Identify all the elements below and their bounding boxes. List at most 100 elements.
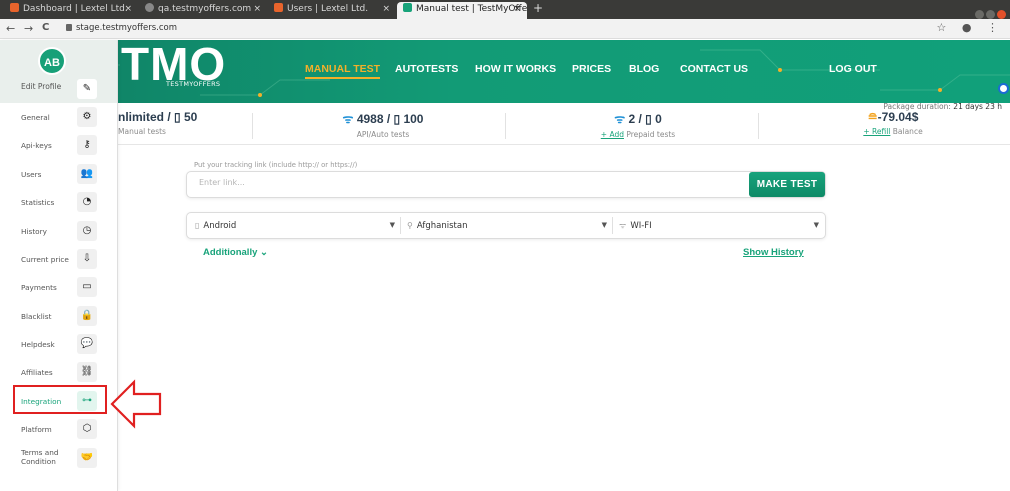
tab-title: qa.testmyoffers.com [158,4,252,14]
nav-how-it-works[interactable]: HOW IT WORKS [475,63,556,75]
chevron-down-icon: ▼ [389,221,395,229]
profile-section: AB Edit Profile ✎ [0,40,117,103]
new-tab-button[interactable]: + [533,1,543,15]
network-select[interactable]: ᯤ WI-FI ▼ [619,213,823,238]
sidebar-item-payments[interactable]: Payments ▭ [0,274,117,300]
gears-icon: ⚙ [77,107,97,127]
link-field-wrapper [186,171,826,198]
sidebar-item-terms[interactable]: Terms and Condition 🤝 [0,445,117,471]
teamviewer-extension-icon[interactable] [998,83,1009,94]
url-text: stage.testmyoffers.com [76,23,177,33]
sidebar-item-label: Blacklist [21,312,52,321]
tab-title: Users | Lextel Ltd. [287,4,369,14]
sidebar-item-statistics[interactable]: Statistics ◔ [0,189,117,215]
add-prepaid-link[interactable]: + Add [601,130,624,139]
sidebar-item-label: Platform [21,425,52,434]
sidebar-item-label: Api-keys [21,141,52,150]
sidebar-item-users[interactable]: Users 👥 [0,161,117,187]
show-history-link[interactable]: Show History [743,247,804,258]
country-value: Afghanistan [416,221,468,231]
tab-close-icon[interactable]: × [382,2,390,17]
chevron-down-icon: ▼ [601,221,607,229]
back-icon[interactable]: ← [6,22,15,35]
tab-close-icon[interactable]: × [124,2,132,17]
integration-highlight-box [13,385,107,414]
select-divider [400,217,401,234]
nav-contact-us[interactable]: CONTACT US [680,63,748,75]
browser-tab-dashboard[interactable]: Dashboard | Lextel Ltd. × [4,2,138,19]
nav-autotests[interactable]: AUTOTESTS [395,63,458,75]
sidebar-item-current-price[interactable]: Current price ⇩ [0,246,117,272]
tmo-favicon-icon [403,3,412,12]
sidebar-item-platform[interactable]: Platform ⬡ [0,416,117,442]
refill-link[interactable]: + Refill [863,127,890,136]
credit-card-icon: ▭ [77,277,97,297]
browser-tab-bar: Dashboard | Lextel Ltd. × qa.testmyoffer… [0,0,1010,19]
sidebar-item-label: Payments [21,283,57,292]
manual-tests-value: nlimited / ▯ 50 [118,110,198,124]
sidebar-item-label: General [21,113,50,122]
browser-menu-icons[interactable]: ☆ ● ⋮ [937,21,1004,34]
tab-title: Dashboard | Lextel Ltd. [23,4,128,14]
forward-icon[interactable]: → [24,22,33,35]
sidebar-item-label: Terms and Condition [21,448,59,466]
browser-tab-manual-test[interactable]: Manual test | TestMyOffe × [397,2,527,19]
additionally-toggle[interactable]: Additionally ⌄ [203,247,268,258]
manual-tests-label: Manual tests [118,127,166,136]
globe-favicon-icon [145,3,154,12]
phone-icon: ▯ [195,221,200,230]
stat-divider [758,113,759,139]
country-select[interactable]: ⚲ Afghanistan ▼ [407,213,611,238]
stat-prepaid-tests: ᯤ 2 / ▯ 0 + Add Prepaid tests [573,110,703,139]
annotation-arrow-icon [110,379,162,429]
sidebar-item-api-keys[interactable]: Api-keys ⚷ [0,132,117,158]
wifi-icon: ᯤ [619,221,627,230]
nav-blog[interactable]: BLOG [629,63,659,75]
logo-subtitle: TESTMYOFFERS [166,80,221,88]
logout-link[interactable]: LOG OUT [829,63,877,75]
url-field[interactable]: stage.testmyoffers.com [66,23,177,33]
prepaid-tests-value: 2 / ▯ 0 [628,112,662,126]
device-select[interactable]: ▯ Android ▼ [195,213,399,238]
key-icon: ⚷ [77,135,97,155]
close-window-icon[interactable] [997,10,1006,19]
sidebar-item-history[interactable]: History ◷ [0,218,117,244]
stat-divider [505,113,506,139]
make-test-button[interactable]: MAKE TEST [749,172,825,197]
avatar[interactable]: AB [38,47,66,75]
edit-profile-item[interactable]: ✎ [0,76,117,102]
chevron-down-icon: ▼ [813,221,819,229]
lock-icon: 🔒 [77,306,97,326]
account-sidebar: AB Edit Profile ✎ General ⚙ Api-keys ⚷ U… [0,40,118,491]
sidebar-item-blacklist[interactable]: Blacklist 🔒 [0,303,117,329]
balance-label: Balance [892,127,923,136]
sidebar-item-label: Helpdesk [21,340,55,349]
sidebar-item-label: Affiliates [21,368,53,377]
balance-value: -79.04$ [877,110,919,124]
site-header: TMO TESTMYOFFERS MANUAL TEST AUTOTESTS H… [0,40,1010,103]
handshake-icon: 🤝 [77,448,97,468]
lextel-favicon-icon [274,3,283,12]
tab-close-icon[interactable]: × [253,2,261,17]
price-hand-icon: ⇩ [77,249,97,269]
tab-title: Manual test | TestMyOffe [416,4,527,14]
users-icon: 👥 [77,164,97,184]
nav-prices[interactable]: PRICES [572,63,611,75]
device-value: Android [203,221,237,231]
sidebar-item-helpdesk[interactable]: Helpdesk 💬 [0,331,117,357]
reload-icon[interactable]: C [42,22,49,33]
tracking-link-input[interactable] [199,178,739,187]
maximize-icon[interactable] [986,10,995,19]
sidebar-item-general[interactable]: General ⚙ [0,104,117,130]
browser-tab-users[interactable]: Users | Lextel Ltd. × [268,2,396,19]
minimize-icon[interactable] [975,10,984,19]
sidebar-item-affiliates[interactable]: Affiliates ⛓ [0,359,117,385]
tab-close-icon[interactable]: × [513,2,521,17]
clock-icon: ◷ [77,221,97,241]
lextel-favicon-icon [10,3,19,12]
sidebar-item-label: Users [21,170,42,179]
select-divider [612,217,613,234]
package-value: 21 days 23 h [953,102,1002,111]
browser-tab-qa[interactable]: qa.testmyoffers.com × [139,2,267,19]
nav-manual-test[interactable]: MANUAL TEST [305,63,381,79]
